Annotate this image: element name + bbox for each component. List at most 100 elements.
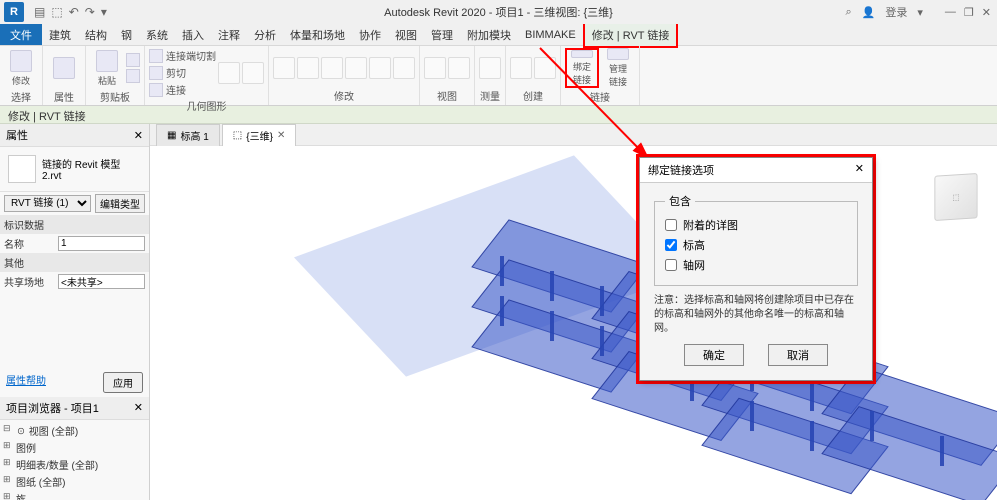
id-data-header: 标识数据 [4,217,54,232]
dialog-highlight: 绑定链接选项 ✕ 包含 附着的详图 标高 轴网 注意：选择标高和轴网将创建除项目… [636,154,876,384]
login-link[interactable]: 登录 [885,4,907,20]
tab-manage[interactable]: 管理 [424,24,460,46]
shared-site-field[interactable] [58,274,145,289]
bind-link-button[interactable]: 绑定 链接 [565,48,599,88]
edit-type-button[interactable]: 编辑类型 [95,194,145,213]
properties-header: 属性✕ [0,124,149,147]
tree-views[interactable]: ☉ 视图 (全部) [2,422,147,439]
shared-site-label: 共享场地 [4,274,54,289]
viewcube[interactable]: ⬚ [934,173,977,221]
help-icon[interactable]: ▾ [917,6,923,19]
qat-more-icon[interactable]: ▾ [101,5,107,19]
browser-close-icon[interactable]: ✕ [134,401,143,414]
viewport-tabs: ▦标高 1 ⬚{三维}✕ [150,124,997,146]
group-create: 创建 [510,87,556,103]
qat-undo-icon[interactable]: ↶ [69,5,79,19]
minimize-icon[interactable]: — [945,6,956,19]
app-logo: R [4,2,24,22]
tab-analyze[interactable]: 分析 [247,24,283,46]
tree-sheets[interactable]: 图纸 (全部) [2,473,147,490]
properties-help-link[interactable]: 属性帮助 [6,372,46,393]
join-end-cut[interactable]: 连接端切割 [149,48,216,63]
tab-insert[interactable]: 插入 [175,24,211,46]
type-selector[interactable]: 链接的 Revit 模型 2.rvt [4,151,145,187]
chk-grids[interactable]: 轴网 [665,255,847,275]
tab-collab[interactable]: 协作 [352,24,388,46]
tab-addins[interactable]: 附加模块 [460,24,518,46]
name-field[interactable] [58,236,145,251]
group-geometry: 几何图形 [149,97,264,113]
mod-3[interactable] [321,57,343,79]
project-browser[interactable]: ☉ 视图 (全部) 图例 明细表/数量 (全部) 图纸 (全部) 族 组 🔗 R… [0,420,149,500]
cut-button[interactable] [126,53,140,67]
name-label: 名称 [4,236,54,251]
manage-link-button[interactable]: 管理 链接 [601,48,635,88]
join-geom[interactable]: 连接 [149,82,216,97]
create-tool-1[interactable] [510,57,532,79]
other-header: 其他 [4,255,54,270]
properties-button[interactable] [47,48,81,88]
tab-massing[interactable]: 体量和场地 [283,24,352,46]
panel-close-icon[interactable]: ✕ [134,129,143,142]
view-tool-1[interactable] [424,57,446,79]
measure-tool[interactable] [479,57,501,79]
dialog-title: 绑定链接选项 [648,162,714,178]
apply-button[interactable]: 应用 [103,372,143,393]
chk-attached-detail[interactable]: 附着的详图 [665,215,847,235]
tab-modify-rvt-link[interactable]: 修改 | RVT 链接 [583,22,679,48]
tree-schedules[interactable]: 明细表/数量 (全部) [2,456,147,473]
modify-button[interactable]: 修改 [4,48,38,88]
window-title: Autodesk Revit 2020 - 项目1 - 三维视图: {三维} [384,4,613,20]
copy-button[interactable] [126,69,140,83]
paste-button[interactable]: 粘贴 [90,48,124,88]
tab-view[interactable]: 视图 [388,24,424,46]
tree-families[interactable]: 族 [2,490,147,500]
tree-legends[interactable]: 图例 [2,439,147,456]
geom-tool-1[interactable] [218,62,240,84]
dialog-note: 注意：选择标高和轴网将创建除项目中已存在的标高和轴网外的其他命名唯一的标高和轴网… [654,294,858,336]
instance-selector[interactable]: RVT 链接 (1) [4,195,91,212]
ribbon: 修改 选择 属性 粘贴 剪贴板 连接端切割 剪切 连接 几何图形 [0,46,997,106]
mod-4[interactable] [345,57,367,79]
tab-arch[interactable]: 建筑 [42,24,78,46]
tab-file[interactable]: 文件 [0,24,42,45]
group-view: 视图 [424,87,470,103]
tab-bimmake[interactable]: BIMMAKE [518,26,583,44]
mod-5[interactable] [369,57,391,79]
search-icon[interactable]: ⌕ [846,6,852,19]
qat-save-icon[interactable]: ⬚ [51,5,62,19]
ok-button[interactable]: 确定 [684,344,744,366]
geom-tool-2[interactable] [242,62,264,84]
mod-1[interactable] [273,57,295,79]
vp-tab-3d[interactable]: ⬚{三维}✕ [222,124,297,146]
mod-6[interactable] [393,57,415,79]
tab-steel[interactable]: 钢 [114,24,139,46]
view-tool-2[interactable] [448,57,470,79]
dialog-close-icon[interactable]: ✕ [855,162,864,178]
vp-tab-level1[interactable]: ▦标高 1 [156,124,220,146]
type-name: 链接的 Revit 模型 2.rvt [42,156,120,182]
left-panel: 属性✕ 链接的 Revit 模型 2.rvt RVT 链接 (1) 编辑类型 标… [0,124,150,500]
group-modify: 修改 [273,87,415,103]
maximize-icon[interactable]: ❐ [964,6,974,19]
create-tool-2[interactable] [534,57,556,79]
qat-redo-icon[interactable]: ↷ [85,5,95,19]
tab-struct[interactable]: 结构 [78,24,114,46]
qat-open-icon[interactable]: ▤ [34,5,45,19]
group-props: 属性 [47,88,81,104]
group-measure: 测量 [479,87,501,103]
menubar: 文件 建筑 结构 钢 系统 插入 注释 分析 体量和场地 协作 视图 管理 附加… [0,24,997,46]
group-link: 链接 [565,88,635,104]
cancel-button[interactable]: 取消 [768,344,828,366]
group-select: 选择 [4,88,38,104]
close-icon[interactable]: ✕ [982,6,991,19]
chk-levels[interactable]: 标高 [665,235,847,255]
bind-link-dialog: 绑定链接选项 ✕ 包含 附着的详图 标高 轴网 注意：选择标高和轴网将创建除项目… [639,157,873,381]
tab-annotate[interactable]: 注释 [211,24,247,46]
mod-2[interactable] [297,57,319,79]
user-icon[interactable]: 👤 [862,6,876,19]
tab-system[interactable]: 系统 [139,24,175,46]
tab-close-icon[interactable]: ✕ [277,130,285,141]
group-clipboard: 剪贴板 [90,88,140,104]
cut-geom[interactable]: 剪切 [149,65,216,80]
